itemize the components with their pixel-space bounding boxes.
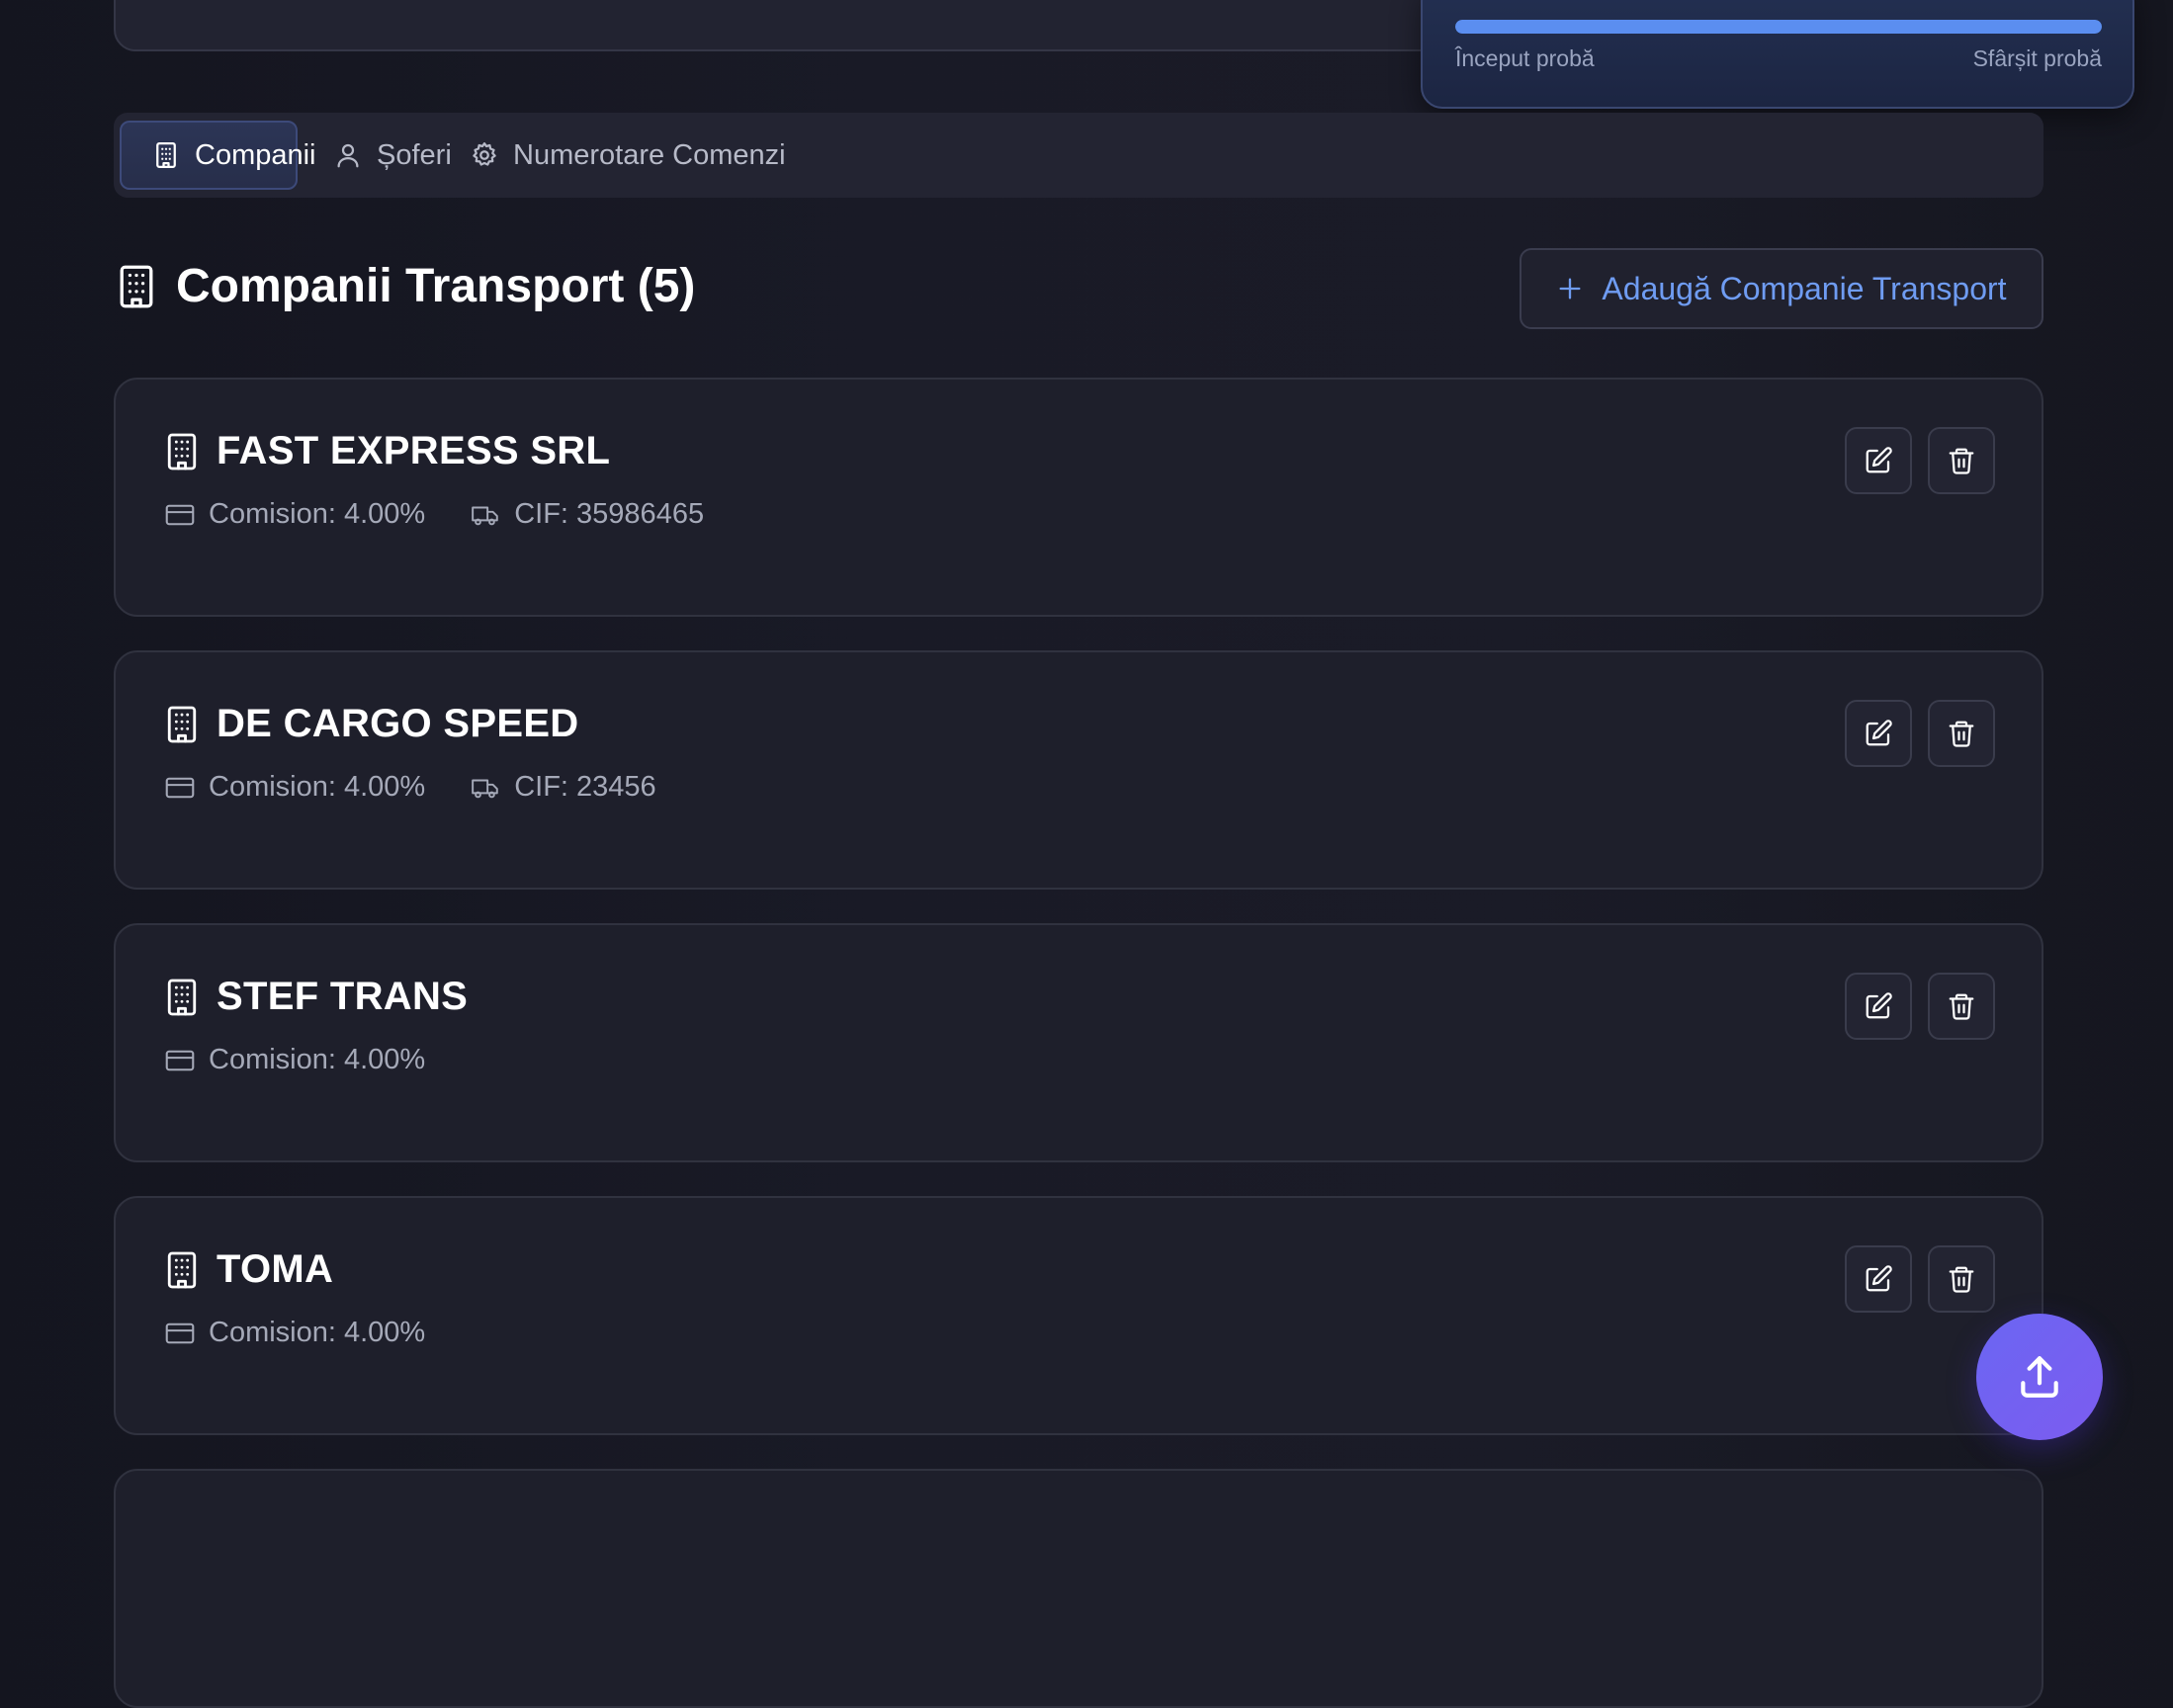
- building-icon: [165, 978, 199, 1017]
- building-icon: [165, 1250, 199, 1290]
- add-company-label: Adaugă Companie Transport: [1602, 270, 2007, 306]
- edit-button[interactable]: [1845, 973, 1912, 1040]
- company-card: [114, 1469, 2043, 1708]
- company-cif: CIF: 23456: [514, 771, 656, 803]
- edit-icon: [1864, 446, 1893, 475]
- delete-button[interactable]: [1928, 1245, 1995, 1313]
- company-commission: Comision: 4.00%: [209, 498, 426, 530]
- page-title: Companii Transport (5): [176, 260, 696, 312]
- truck-icon: [471, 502, 500, 528]
- tab-label: Companii: [195, 138, 316, 171]
- company-header: FAST EXPRESS SRL: [165, 429, 610, 473]
- trash-icon: [1947, 446, 1976, 475]
- credit-card-icon: [165, 1321, 195, 1346]
- company-name: TOMA: [217, 1247, 334, 1291]
- upload-icon: [2015, 1352, 2064, 1402]
- building-icon: [117, 264, 156, 309]
- trial-progress-fill: [1455, 20, 2102, 34]
- section-header: Companii Transport (5): [117, 259, 695, 313]
- company-commission: Comision: 4.00%: [209, 771, 426, 803]
- trial-start-label: Început probă: [1455, 45, 1595, 71]
- delete-button[interactable]: [1928, 700, 1995, 767]
- company-header: DE CARGO SPEED: [165, 702, 579, 746]
- company-meta: Comision: 4.00% CIF: 35986465: [165, 498, 704, 531]
- gear-icon: [470, 140, 499, 170]
- company-card: STEF TRANS Comision: 4.00%: [114, 923, 2043, 1162]
- add-company-button[interactable]: Adaugă Companie Transport: [1520, 248, 2043, 329]
- edit-icon: [1864, 991, 1893, 1021]
- trial-progress-bar: [1455, 20, 2102, 34]
- edit-button[interactable]: [1845, 700, 1912, 767]
- edit-button[interactable]: [1845, 427, 1912, 494]
- company-cif: CIF: 35986465: [514, 498, 705, 530]
- credit-card-icon: [165, 502, 195, 528]
- tab-companii[interactable]: Companii: [120, 121, 316, 190]
- company-header: STEF TRANS: [165, 975, 468, 1019]
- company-header: TOMA: [165, 1247, 333, 1292]
- building-icon: [165, 432, 199, 471]
- company-name: FAST EXPRESS SRL: [217, 429, 611, 472]
- tab-soferi[interactable]: Șoferi: [304, 121, 452, 190]
- company-meta: Comision: 4.00%: [165, 1044, 425, 1076]
- tab-label: Numerotare Comenzi: [513, 138, 786, 171]
- company-card: DE CARGO SPEED Comision: 4.00% CIF: 2345…: [114, 650, 2043, 890]
- trial-end-label: Sfârșit probă: [1972, 45, 2102, 71]
- header-card: [114, 0, 1561, 51]
- company-meta: Comision: 4.00%: [165, 1317, 425, 1349]
- company-name: STEF TRANS: [217, 975, 469, 1018]
- company-card: FAST EXPRESS SRL Comision: 4.00% CIF: 35…: [114, 378, 2043, 617]
- trial-period-panel: Început probă Sfârșit probă: [1421, 0, 2134, 109]
- upload-button[interactable]: [1976, 1314, 2103, 1440]
- tab-bar: Companii Șoferi Numerotare Comenzi: [114, 113, 2043, 198]
- trash-icon: [1947, 1264, 1976, 1294]
- plus-icon: [1556, 275, 1584, 302]
- company-name: DE CARGO SPEED: [217, 702, 579, 745]
- building-icon: [151, 140, 181, 170]
- credit-card-icon: [165, 775, 195, 801]
- trash-icon: [1947, 991, 1976, 1021]
- credit-card-icon: [165, 1048, 195, 1073]
- company-meta: Comision: 4.00% CIF: 23456: [165, 771, 656, 804]
- company-card: TOMA Comision: 4.00%: [114, 1196, 2043, 1435]
- delete-button[interactable]: [1928, 427, 1995, 494]
- edit-button[interactable]: [1845, 1245, 1912, 1313]
- truck-icon: [471, 775, 500, 801]
- trash-icon: [1947, 719, 1976, 748]
- delete-button[interactable]: [1928, 973, 1995, 1040]
- building-icon: [165, 705, 199, 744]
- company-commission: Comision: 4.00%: [209, 1317, 426, 1348]
- edit-icon: [1864, 1264, 1893, 1294]
- user-icon: [333, 140, 363, 170]
- company-commission: Comision: 4.00%: [209, 1044, 426, 1075]
- edit-icon: [1864, 719, 1893, 748]
- tab-numerotare-comenzi[interactable]: Numerotare Comenzi: [440, 121, 816, 190]
